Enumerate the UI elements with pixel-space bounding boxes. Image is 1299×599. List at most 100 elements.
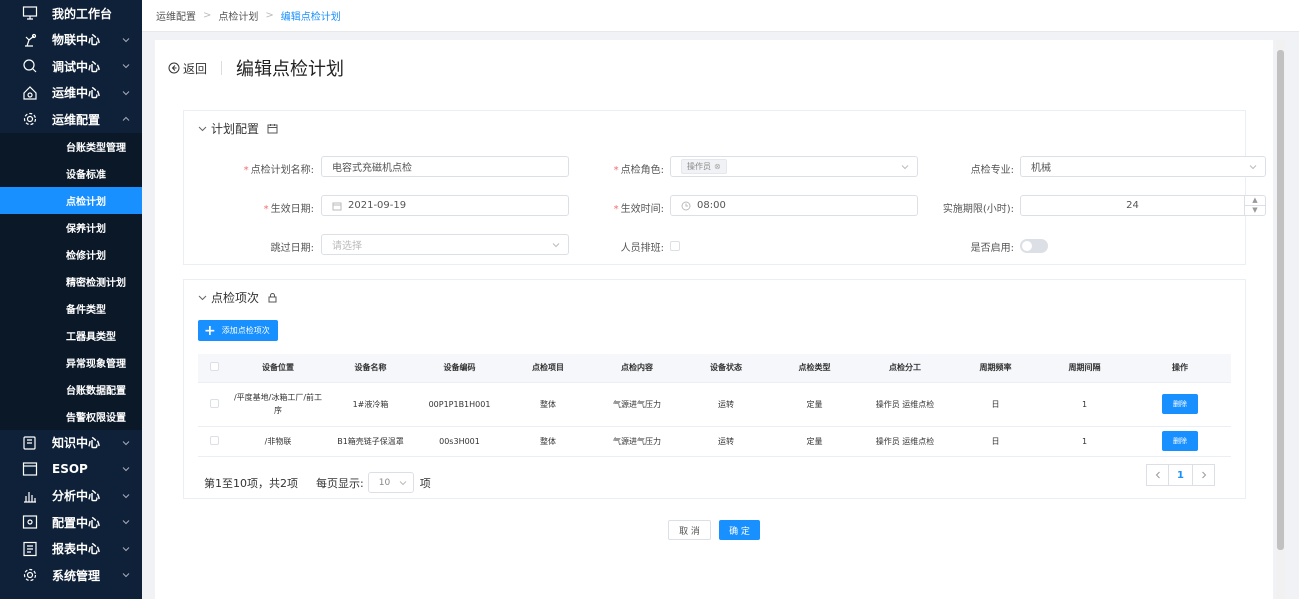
specialty-label: 点检专业: [970,165,1014,176]
sidebar-item-label: 运维中心 [52,86,101,101]
submenu-item[interactable]: 异常现象管理 [0,349,142,376]
scrollbar-thumb[interactable] [1277,50,1284,550]
sidebar-item-bar-chart[interactable]: 分析中心 [0,483,142,510]
breadcrumb-separator-icon: > [265,10,274,21]
plan-config-header[interactable]: 计划配置 [198,120,278,137]
plan-config-card: 计划配置 * 点检计划名称: 电容式充磁机点检 * 点检角色: 操作员 ⊗ 点检专业:… [183,110,1266,265]
page-number-button[interactable]: 1 [1169,464,1192,486]
per-page-unit: 项 [419,476,431,490]
column-header[interactable]: 设备位置 [230,354,326,383]
sidebar-item-home-cog[interactable]: 运维中心 [0,80,142,107]
cell-name: B1箱壳链子保温罩 [326,426,415,457]
calendar-icon [332,202,342,210]
column-header[interactable]: 点检内容 [592,354,682,383]
pagination-info: 第1至10项，共2项 每页显示: 10 项 [204,472,431,493]
book-icon [23,436,36,450]
cell-division: 操作员 运维点检 [859,382,951,427]
column-header[interactable]: 点检项目 [504,354,592,383]
sidebar-item-label: 物联中心 [52,33,101,48]
skip-date-select[interactable]: 请选择 [321,234,569,255]
confirm-button[interactable]: 确 定 [719,520,760,540]
plan-name-input[interactable]: 电容式充磁机点检 [321,156,569,177]
sidebar-item-label: 我的工作台 [52,6,113,21]
submenu-item[interactable]: 台账数据配置 [0,376,142,403]
row-checkbox[interactable] [209,435,219,445]
monitor-icon [22,6,38,20]
back-label: 返回 [183,61,208,76]
chevron-down-icon [122,573,130,578]
submenu-item[interactable]: 工器具类型 [0,322,142,349]
submenu-item[interactable]: 设备标准 [0,160,142,187]
role-label: * 点检角色: [613,165,664,176]
number-stepper[interactable]: ▲ ▼ [1244,196,1265,215]
next-page-button[interactable] [1192,464,1215,486]
delete-button[interactable]: 删除 [1162,431,1198,451]
report-icon [23,541,37,556]
select-all-checkbox[interactable] [209,362,219,372]
effective-time-label: * 生效时间: [613,204,664,215]
sidebar-item-report[interactable]: 报表中心 [0,536,142,563]
prev-page-button[interactable] [1146,464,1169,486]
chevron-down-icon [122,493,130,498]
deadline-label: 实施期限(小时): [942,204,1014,215]
breadcrumb-item-inspection-plan[interactable]: 点检计划 [218,8,258,23]
breadcrumb-item-ops-config[interactable]: 运维配置 [156,8,196,23]
enabled-toggle[interactable] [1020,239,1048,253]
sidebar-item-book[interactable]: 知识中心 [0,430,142,457]
scheduling-checkbox[interactable] [670,241,680,251]
submenu-item[interactable]: 检修计划 [0,241,142,268]
submenu-item[interactable]: 点检计划 [0,186,142,214]
gear-icon [23,113,37,126]
stepper-down-icon[interactable]: ▼ [1245,206,1265,216]
submenu-item[interactable]: 精密检测计划 [0,268,142,295]
sidebar-item-settings[interactable]: 系统管理 [0,562,142,589]
sidebar-item-robot-arm[interactable]: 物联中心 [0,27,142,54]
submenu-item[interactable]: 台账类型管理 [0,133,142,160]
chevron-down-icon [122,520,130,525]
back-button[interactable]: 返回 [168,60,207,77]
sidebar-item-label: 系统管理 [52,568,101,583]
effective-time-picker[interactable]: 08:00 [670,195,918,216]
row-checkbox[interactable] [209,398,219,408]
chevron-down-icon [122,37,130,42]
table-row: /非物联 B1箱壳链子保温罩 00s3H001 整体 气源进气压力 运转 定量 … [198,426,1231,457]
effective-date-label: * 生效日期: [263,204,314,215]
specialty-select[interactable]: 机械 [1020,156,1266,177]
close-icon[interactable]: ⊗ [714,162,721,171]
sidebar-item-monitor[interactable]: 我的工作台 [0,0,142,27]
effective-date-picker[interactable]: 2021-09-19 [321,195,569,216]
chevron-down-icon [901,165,909,170]
esop-icon [22,462,38,476]
column-header[interactable]: 设备状态 [682,354,770,383]
scrollbar[interactable] [1276,40,1285,599]
sidebar-item-config[interactable]: 配置中心 [0,509,142,536]
sidebar-item-gear[interactable]: 运维配置 [0,106,142,133]
role-select[interactable]: 操作员 ⊗ [670,156,918,177]
page-size-select[interactable]: 10 [367,472,414,493]
inspection-items-table: 设备位置 设备名称 设备编码 点检项目 点检内容 设备状态 点检类型 点检分工 … [198,354,1231,457]
delete-button[interactable]: 删除 [1162,394,1198,414]
sidebar-item-label: 配置中心 [52,515,101,530]
deadline-number-input[interactable]: 24 ▲ ▼ [1020,195,1266,216]
cell-item: 整体 [504,382,592,427]
cancel-button[interactable]: 取 消 [668,520,711,540]
add-inspection-item-button[interactable]: + 添加点检项次 [198,320,278,341]
column-header[interactable]: 点检分工 [859,354,951,383]
debug-search-icon [23,59,37,73]
column-header[interactable]: 周期频率 [951,354,1040,383]
sidebar-item-label: 知识中心 [52,436,101,451]
column-header[interactable]: 周期间隔 [1040,354,1129,383]
inspection-items-header[interactable]: 点检项次 [198,289,278,306]
submenu-item[interactable]: 保养计划 [0,214,142,241]
column-header[interactable]: 点检类型 [770,354,859,383]
chevron-down-icon [122,64,130,69]
chevron-down-icon [198,126,207,132]
column-header[interactable]: 设备编码 [415,354,504,383]
submenu-item[interactable]: 备件类型 [0,295,142,322]
sidebar-item-esop[interactable]: ESOP [0,456,142,483]
column-header[interactable]: 设备名称 [326,354,415,383]
sidebar-item-debug-search[interactable]: 调试中心 [0,53,142,80]
submenu-item[interactable]: 告警权限设置 [0,403,142,430]
stepper-up-icon[interactable]: ▲ [1245,196,1265,206]
toggle-knob [1022,241,1032,251]
